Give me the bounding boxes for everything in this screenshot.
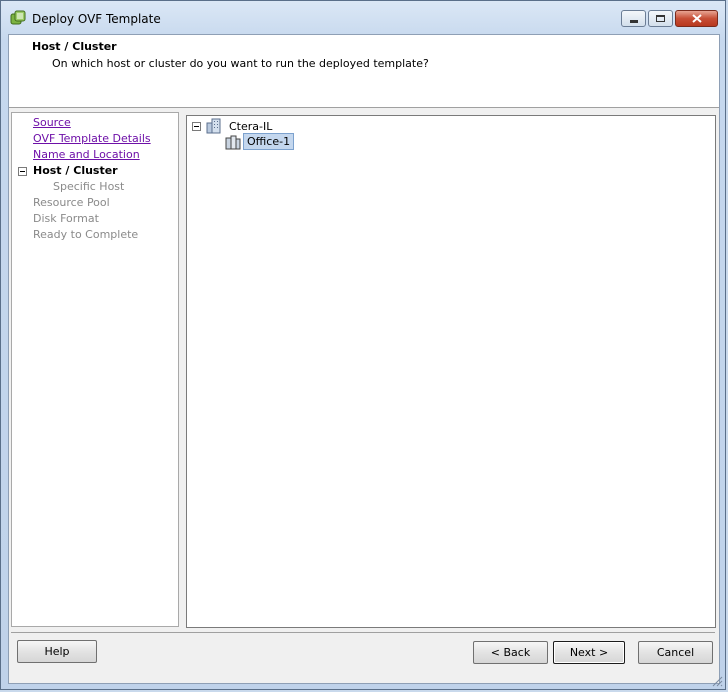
wizard-client-area: Host / Cluster On which host or cluster … — [8, 34, 720, 684]
page-title: Host / Cluster — [32, 40, 117, 53]
collapse-icon[interactable] — [192, 121, 201, 131]
wizard-steps-nav: Source OVF Template Details Name and Loc… — [11, 112, 179, 627]
minimize-button[interactable] — [621, 10, 646, 27]
nav-item-ready-to-complete: Ready to Complete — [33, 228, 139, 241]
title-bar[interactable]: Deploy OVF Template — [1, 1, 725, 35]
nav-item-resource-pool: Resource Pool — [33, 196, 110, 209]
close-button[interactable] — [675, 10, 718, 27]
page-subtitle: On which host or cluster do you want to … — [52, 57, 429, 70]
minimize-icon — [630, 20, 638, 23]
nav-item-name-and-location[interactable]: Name and Location — [33, 148, 140, 161]
vsphere-deploy-icon — [10, 10, 26, 25]
datacenter-label[interactable]: Ctera-IL — [226, 119, 275, 134]
window-title: Deploy OVF Template — [32, 12, 161, 26]
back-button[interactable]: < Back — [473, 641, 548, 664]
maximize-button[interactable] — [648, 10, 673, 27]
maximize-icon — [656, 15, 665, 22]
tree-node-datacenter[interactable]: Ctera-IL — [192, 118, 275, 134]
resize-grip-icon[interactable] — [711, 675, 723, 687]
footer-divider — [11, 632, 715, 633]
nav-item-disk-format: Disk Format — [33, 212, 99, 225]
nav-item-ovf-template-details[interactable]: OVF Template Details — [33, 132, 151, 145]
collapse-icon[interactable] — [18, 167, 27, 176]
cluster-label[interactable]: Office-1 — [243, 133, 295, 150]
wizard-header: Host / Cluster On which host or cluster … — [9, 35, 719, 108]
next-button[interactable]: Next > — [553, 641, 625, 664]
nav-item-specific-host: Specific Host — [53, 180, 125, 193]
deploy-ovf-window: Deploy OVF Template Host / Cluster On wh… — [0, 0, 726, 690]
nav-item-source[interactable]: Source — [33, 116, 71, 129]
cluster-icon — [225, 135, 241, 149]
tree-node-cluster[interactable]: Office-1 — [225, 133, 295, 150]
datacenter-icon — [206, 118, 221, 134]
close-icon — [692, 14, 702, 23]
nav-item-host-cluster: Host / Cluster — [33, 164, 118, 177]
help-button[interactable]: Help — [17, 640, 97, 663]
cancel-button[interactable]: Cancel — [638, 641, 713, 664]
host-cluster-tree: Ctera-IL Office-1 — [186, 115, 716, 628]
